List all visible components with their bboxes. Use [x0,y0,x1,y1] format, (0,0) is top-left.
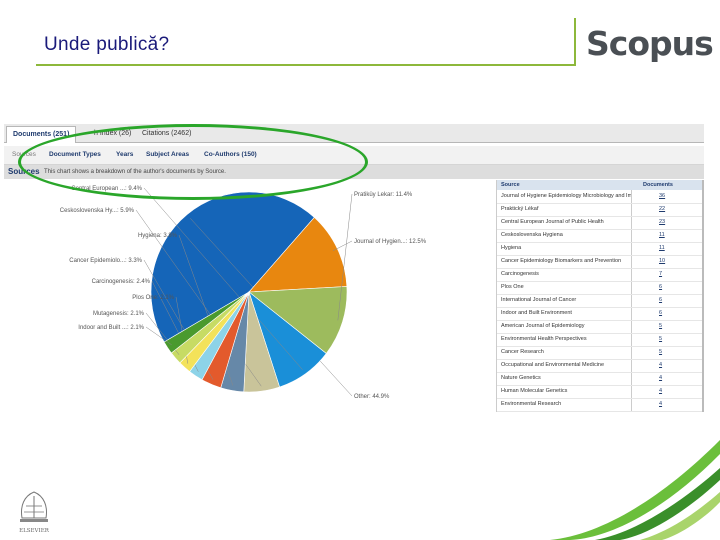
table-row: Plos One 6 [497,281,704,295]
source-name: Human Molecular Genetics [501,388,568,394]
source-name: Praktický Lékař [501,206,539,212]
table-row: Carcinogenesis 7 [497,268,704,282]
source-name: Nature Genetics [501,375,541,381]
document-count-link[interactable]: 23 [659,216,665,229]
source-name: International Journal of Cancer [501,297,577,303]
table-row: Nature Genetics 4 [497,372,704,386]
header-source[interactable]: Source [501,180,520,190]
slice-label: Ceskoslovenska Hy...: 5.9% [60,208,135,214]
source-name: Central European Journal of Public Healt… [501,219,604,225]
table-row: Cancer Research 5 [497,346,704,360]
table-row: International Journal of Cancer 6 [497,294,704,308]
table-scrollbar[interactable] [702,180,704,412]
document-count-link[interactable]: 5 [659,346,662,359]
source-name: American Journal of Epidemiology [501,323,585,329]
slice-label: Plos One: 2.1% [132,295,174,301]
document-count-link[interactable]: 10 [659,255,665,268]
table-row: Human Molecular Genetics 4 [497,385,704,399]
table-row: Indoor and Built Environment 6 [497,307,704,321]
source-name: Hygiena [501,245,522,251]
pie-svg: Other: 44.9% Journal of Hygien...: 12.5% P… [60,186,427,400]
slice-label: Other: 44.9% [354,394,390,400]
highlight-ellipse [18,124,368,200]
table-header: Source Documents [497,180,704,190]
scopus-logo: Scopus [586,24,714,63]
table-row: Environmental Health Perspectives 5 [497,333,704,347]
document-count-link[interactable]: 5 [659,320,662,333]
source-name: Environmental Health Perspectives [501,336,587,342]
document-count-link[interactable]: 4 [659,398,662,411]
source-name: Cancer Research [501,349,544,355]
document-count-link[interactable]: 4 [659,359,662,372]
slice-label: Pratiküy Lekar: 11.4% [354,192,413,198]
source-name: Indoor and Built Environment [501,310,572,316]
decorative-swoosh [550,440,720,540]
document-count-link[interactable]: 6 [659,294,662,307]
document-count-link[interactable]: 6 [659,281,662,294]
table-row: Hygiena 11 [497,242,704,256]
source-name: Cancer Epidemiology Biomarkers and Preve… [501,258,622,264]
elsevier-wordmark: ELSEVIER [19,528,50,534]
table-row: Central European Journal of Public Healt… [497,216,704,230]
sources-table: Source Documents Journal of Hygiene Epid… [496,180,704,412]
source-name: Occupational and Environmental Medicine [501,362,605,368]
document-count-link[interactable]: 22 [659,203,665,216]
source-name: Carcinogenesis [501,271,539,277]
table-row: American Journal of Epidemiology 5 [497,320,704,334]
document-count-link[interactable]: 7 [659,268,662,281]
table-row: Environmental Research 4 [497,398,704,412]
slice-label: Journal of Hygien...: 12.5% [354,239,427,245]
slice-label: Carcinogenesis: 2.4% [92,279,151,285]
source-name: Ceskoslovenska Hygiena [501,232,563,238]
slide-title: Unde publică? [44,34,170,55]
document-count-link[interactable]: 11 [659,242,665,255]
document-count-link[interactable]: 6 [659,307,662,320]
title-underline [36,64,574,66]
table-row: Occupational and Environmental Medicine 4 [497,359,704,373]
slice-label: Indoor and Built ...: 2.1% [78,325,144,331]
elsevier-logo: ELSEVIER [12,488,56,536]
source-name: Journal of Hygiene Epidemiology Microbio… [501,193,631,199]
slice-label: Mutagenesis: 2.1% [93,311,145,317]
document-count-link[interactable]: 4 [659,385,662,398]
source-pie-chart: Other: 44.9% Journal of Hygien...: 12.5% P… [4,180,494,412]
title-divider [574,18,576,66]
slice-label: Cancer Epidemiolo...: 3.3% [69,258,142,264]
source-name: Environmental Research [501,401,562,407]
document-count-link[interactable]: 36 [659,190,665,203]
table-row: Ceskoslovenska Hygiena 11 [497,229,704,243]
table-row: Praktický Lékař 22 [497,203,704,217]
table-row: Journal of Hygiene Epidemiology Microbio… [497,190,704,204]
document-count-link[interactable]: 4 [659,372,662,385]
table-row: Cancer Epidemiology Biomarkers and Preve… [497,255,704,269]
source-name: Plos One [501,284,524,290]
slice-label: Hygiena: 3.8% [138,233,178,239]
header-documents[interactable]: Documents [643,180,673,190]
document-count-link[interactable]: 5 [659,333,662,346]
document-count-link[interactable]: 11 [659,229,665,242]
